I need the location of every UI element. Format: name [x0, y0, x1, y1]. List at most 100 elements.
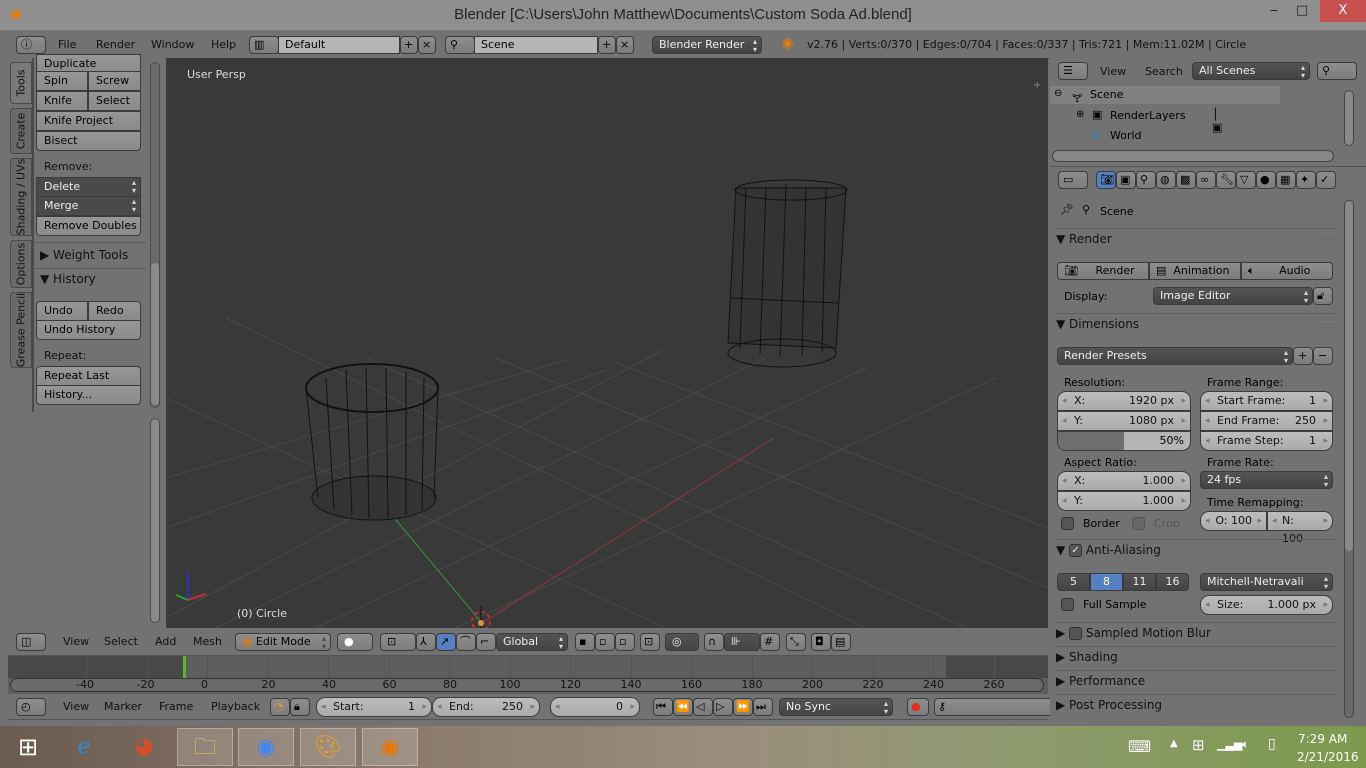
scene-field[interactable]: Scene	[474, 36, 598, 54]
clock-date[interactable]: 2/21/2016	[1297, 750, 1359, 764]
play-reverse-button[interactable]: ◁	[693, 698, 713, 716]
editor-type-3d-button[interactable]: ◫	[16, 633, 46, 651]
scene-icon-button[interactable]: ⚲	[445, 36, 475, 54]
outliner-row-scene[interactable]: ⊖ 🝖 Scene	[1050, 86, 1280, 105]
viewport-corner-plus-icon[interactable]: +	[1033, 80, 1041, 91]
modifiers-context-tab[interactable]: 🔧︎	[1216, 171, 1236, 189]
render-animation-button[interactable]: ▤	[831, 633, 851, 651]
physics-context-tab[interactable]: ✓	[1316, 171, 1336, 189]
preview-range-button[interactable]: ◔	[270, 698, 290, 716]
rotate-manipulator-button[interactable]: ⌒	[456, 633, 476, 651]
aa-samples-8-button[interactable]: 8	[1090, 573, 1123, 591]
lock-interface-icon[interactable]: 🔓︎	[1313, 287, 1333, 305]
end-frame-field[interactable]: End:250	[432, 697, 540, 717]
post-processing-panel-header[interactable]: ▶ Post Processing::::	[1056, 694, 1336, 712]
toolshelf-lower-scrollbar[interactable]	[150, 418, 160, 623]
properties-scrollbar[interactable]	[1344, 200, 1354, 718]
material-context-tab[interactable]: ●	[1256, 171, 1276, 189]
chrome-icon[interactable]: ◉	[238, 728, 294, 766]
screw-button[interactable]: Screw	[88, 71, 141, 91]
pivot-point-dropdown[interactable]: ⊡	[380, 633, 416, 651]
snap-target-button[interactable]: #	[760, 633, 780, 651]
render-engine-dropdown[interactable]: Blender Render ▴ ▾	[652, 36, 762, 54]
remove-doubles-button[interactable]: Remove Doubles	[36, 216, 141, 236]
frame-step-field[interactable]: Frame Step:1	[1200, 431, 1333, 451]
limit-selection-button[interactable]: ⊡	[640, 633, 660, 651]
toolshelf-scrollbar[interactable]	[150, 62, 160, 408]
outliner-display-dropdown[interactable]: All Scenes ▴ ▾	[1192, 62, 1310, 80]
aa-filter-dropdown[interactable]: Mitchell-Netravali ▴ ▾	[1200, 573, 1333, 591]
pin-icon[interactable]: 📌︎	[1060, 203, 1074, 216]
render-layers-context-tab[interactable]: ▣	[1116, 171, 1136, 189]
add-scene-button[interactable]: +	[598, 36, 616, 54]
crop-checkbox[interactable]	[1132, 517, 1145, 530]
editor-type-timeline-button[interactable]: ◴	[16, 698, 46, 716]
remove-scene-button[interactable]: ×	[616, 36, 634, 54]
vertex-select-button[interactable]: ▪	[575, 633, 595, 651]
undo-history-button[interactable]: Undo History	[36, 320, 141, 340]
object-context-tab[interactable]: ▩	[1176, 171, 1196, 189]
file-explorer-icon[interactable]: 🗀	[177, 728, 233, 766]
keying-set-field[interactable]: ⚷	[934, 698, 1054, 716]
add-screen-button[interactable]: +	[400, 36, 418, 54]
aa-samples-11-button[interactable]: 11	[1123, 573, 1156, 591]
minimize-button[interactable]: ‒	[1259, 0, 1289, 22]
border-checkbox[interactable]	[1061, 517, 1074, 530]
menu-file[interactable]: File	[58, 38, 76, 51]
lock-icon[interactable]: 🔒︎	[290, 698, 310, 716]
menu-add[interactable]: Add	[155, 635, 176, 648]
anti-aliasing-checkbox[interactable]: ✓	[1069, 544, 1083, 557]
battery-icon[interactable]: ▯	[1268, 736, 1276, 752]
merge-dropdown[interactable]: Merge ▴ ▾	[36, 196, 141, 216]
frame-rate-dropdown[interactable]: 24 fps ▴ ▾	[1200, 471, 1333, 489]
resolution-x-field[interactable]: X:1920 px	[1057, 391, 1191, 411]
tab-options[interactable]: Options	[10, 240, 32, 288]
close-button[interactable]: X	[1320, 0, 1366, 22]
start-frame-field[interactable]: Start:1	[316, 697, 432, 717]
tab-create[interactable]: Create	[10, 108, 32, 154]
translate-manipulator-button[interactable]: ↗	[436, 633, 456, 651]
weight-tools-panel-header[interactable]: ▶ Weight Tools	[40, 248, 128, 262]
timeline-menu-marker[interactable]: Marker	[104, 700, 142, 713]
select-button[interactable]: Select	[88, 91, 141, 111]
expand-icon[interactable]: ⊕	[1076, 109, 1084, 120]
time-remap-old-field[interactable]: O: 100	[1200, 511, 1267, 531]
history-button[interactable]: History...	[36, 385, 141, 405]
add-preset-button[interactable]: +	[1293, 347, 1313, 365]
menu-help[interactable]: Help	[211, 38, 236, 51]
snap-toggle[interactable]: ∩	[704, 633, 724, 651]
jump-start-button[interactable]: ⏮	[653, 698, 673, 716]
scale-manipulator-button[interactable]: ⌐	[476, 633, 496, 651]
remove-screen-button[interactable]: ×	[418, 36, 436, 54]
jump-keyframe-back-button[interactable]: ⏪	[673, 698, 693, 716]
editor-type-properties-button[interactable]: ▭	[1058, 171, 1088, 189]
resolution-percentage-slider[interactable]: 50%	[1057, 431, 1191, 451]
snap-element-dropdown[interactable]: ⊪	[724, 633, 760, 651]
play-button[interactable]: ▷	[713, 698, 733, 716]
menu-select[interactable]: Select	[104, 635, 138, 648]
record-button[interactable]: ●	[907, 698, 929, 716]
proportional-edit-dropdown[interactable]: ◎	[665, 633, 699, 651]
render-still-button[interactable]: ◘	[811, 633, 831, 651]
tab-grease-pencil[interactable]: Grease Pencil	[10, 292, 32, 368]
menu-view[interactable]: View	[63, 635, 89, 648]
editor-type-outliner-button[interactable]: ☰	[1058, 62, 1088, 80]
clock-time[interactable]: 7:29 AM	[1298, 732, 1347, 746]
remove-preset-button[interactable]: −	[1313, 347, 1333, 365]
outliner-menu-view[interactable]: View	[1100, 65, 1126, 78]
keyboard-icon[interactable]: ⌨	[1128, 737, 1151, 756]
audio-button[interactable]: 🔈︎ Audio	[1241, 262, 1333, 280]
sync-mode-dropdown[interactable]: No Sync ▴ ▾	[779, 698, 893, 716]
motion-blur-checkbox[interactable]	[1069, 627, 1083, 640]
face-select-button[interactable]: ▫	[615, 633, 635, 651]
repeat-last-button[interactable]: Repeat Last	[36, 366, 141, 386]
knife-button[interactable]: Knife	[36, 91, 88, 111]
menu-render[interactable]: Render	[96, 38, 135, 51]
timeline-menu-playback[interactable]: Playback	[211, 700, 260, 713]
current-frame-field[interactable]: 0	[550, 697, 640, 717]
resolution-y-field[interactable]: Y:1080 px	[1057, 411, 1191, 431]
mode-dropdown[interactable]: ▣ Edit Mode ▴ ▾	[235, 633, 331, 651]
redo-button[interactable]: Redo	[88, 301, 141, 321]
dimensions-panel-header[interactable]: ▼ Dimensions::::	[1056, 313, 1336, 331]
anti-aliasing-panel-header[interactable]: ▼ ✓ Anti-Aliasing::::	[1056, 539, 1336, 557]
